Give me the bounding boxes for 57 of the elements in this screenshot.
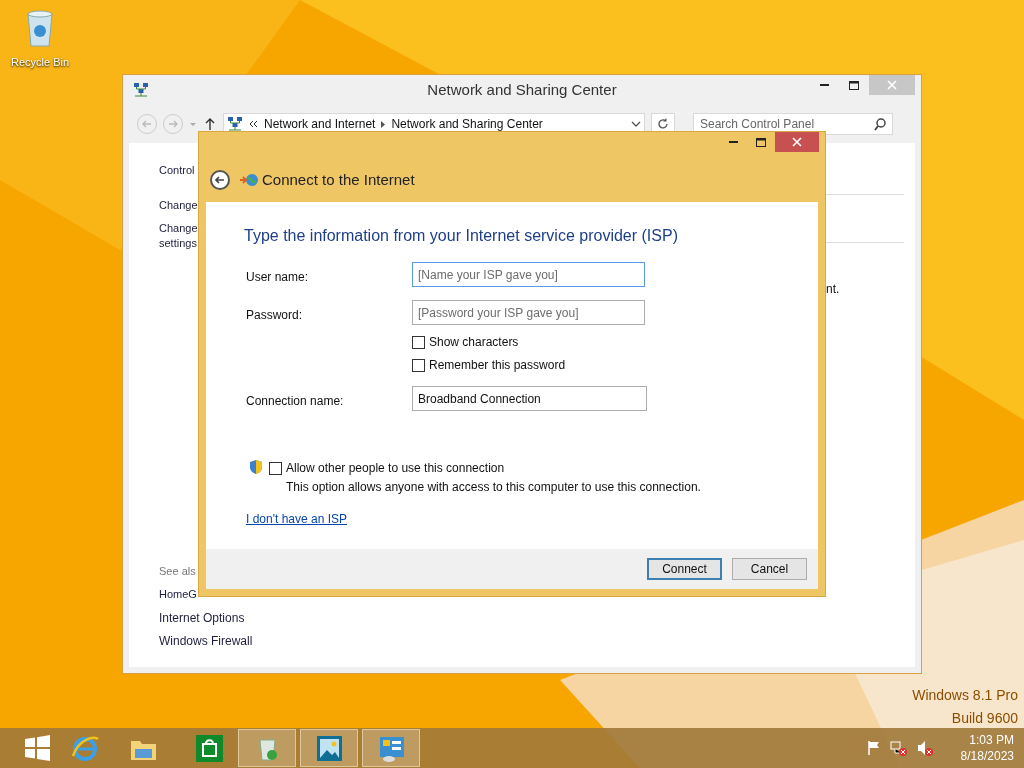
task-link[interactable]: Change bbox=[159, 198, 198, 213]
task-link[interactable]: Change settings bbox=[159, 221, 198, 251]
network-icon bbox=[227, 116, 243, 132]
globe-icon bbox=[240, 172, 258, 188]
text-field[interactable]: Broadband Connection bbox=[412, 386, 647, 411]
dialog-button[interactable]: Connect bbox=[647, 558, 722, 580]
body-text: nt. bbox=[826, 281, 840, 298]
task-link[interactable]: Control bbox=[159, 163, 195, 178]
checkbox[interactable] bbox=[412, 335, 425, 349]
breadcrumb-arrow-icon[interactable] bbox=[381, 120, 386, 128]
windows-logo-icon[interactable] bbox=[22, 733, 52, 763]
see-also-link[interactable]: HomeG bbox=[159, 586, 197, 603]
refresh-icon[interactable] bbox=[657, 118, 669, 130]
text-field[interactable]: [Password your ISP gave you] bbox=[412, 300, 645, 325]
taskbar-button[interactable] bbox=[238, 729, 296, 767]
see-also-link[interactable]: Windows Firewall bbox=[159, 632, 253, 650]
breadcrumb[interactable]: Network and Sharing Center bbox=[391, 115, 543, 133]
no-isp-link[interactable]: I don't have an ISP bbox=[246, 510, 348, 528]
see-also-heading: See als bbox=[159, 564, 196, 579]
text-field[interactable]: [Name your ISP gave you] bbox=[412, 262, 645, 287]
checkbox[interactable] bbox=[412, 358, 425, 372]
window-title: Network and Sharing Center bbox=[427, 79, 617, 100]
shopping-bag-icon[interactable] bbox=[194, 733, 224, 763]
back-button[interactable] bbox=[210, 170, 230, 190]
double-chevron-icon[interactable] bbox=[249, 120, 258, 128]
checkbox-label[interactable]: Allow other people to use this connection bbox=[286, 459, 505, 477]
taskbar-button[interactable] bbox=[300, 729, 358, 767]
maximize-icon[interactable] bbox=[756, 137, 766, 147]
network-icon bbox=[133, 82, 149, 98]
maximize-icon[interactable] bbox=[849, 80, 859, 90]
search-icon[interactable] bbox=[874, 117, 886, 131]
up-arrow-icon[interactable] bbox=[205, 118, 215, 130]
field-label: User name: bbox=[246, 269, 309, 286]
network-error-icon[interactable] bbox=[889, 740, 907, 756]
photo-icon[interactable] bbox=[314, 733, 344, 763]
breadcrumb[interactable]: Network and Internet bbox=[264, 115, 376, 133]
minimize-icon[interactable] bbox=[819, 84, 829, 86]
left-arrow-icon[interactable] bbox=[215, 175, 225, 185]
checkbox-label[interactable]: Remember this password bbox=[429, 356, 566, 374]
shield-icon bbox=[248, 459, 264, 475]
flag-icon[interactable] bbox=[865, 740, 880, 756]
field-label: Password: bbox=[246, 307, 303, 324]
taskbar-button[interactable] bbox=[362, 729, 420, 767]
close-icon[interactable] bbox=[792, 137, 802, 147]
checkbox-label[interactable]: Show characters bbox=[429, 333, 519, 351]
edition-text: Windows 8.1 Pro bbox=[912, 686, 1018, 705]
dialog-title: Connect to the Internet bbox=[262, 169, 415, 190]
dialog-button[interactable]: Cancel bbox=[732, 558, 807, 580]
checkbox[interactable] bbox=[269, 461, 282, 475]
edition-text: Build 9600 bbox=[951, 709, 1018, 728]
instruction-heading: Type the information from your Internet service provider (ISP) bbox=[244, 226, 678, 246]
see-also-link[interactable]: Internet Options bbox=[159, 609, 245, 627]
speaker-muted-icon[interactable] bbox=[916, 740, 933, 756]
option-description: This option allows anyone with access to this computer to use this connection. bbox=[286, 479, 701, 496]
field-label: Connection name: bbox=[246, 393, 344, 410]
minimize-icon[interactable] bbox=[728, 141, 738, 143]
search-input[interactable]: Search Control Panel bbox=[700, 115, 874, 133]
